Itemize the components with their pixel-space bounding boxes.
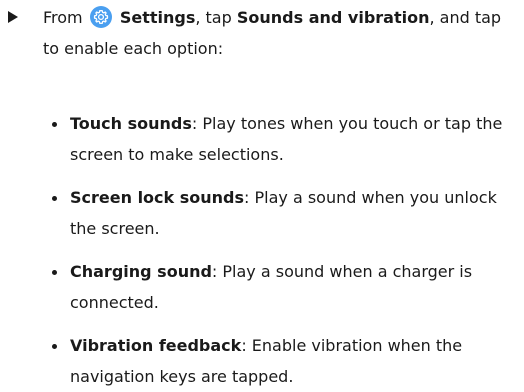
- bullet-dot: [52, 270, 57, 275]
- step-middle: , tap: [195, 8, 232, 27]
- option-name: Charging sound: [70, 262, 212, 281]
- settings-label: Settings: [119, 8, 196, 27]
- gear-icon: [89, 6, 112, 28]
- step-prefix: From: [43, 8, 83, 27]
- bullet-dot: [52, 196, 57, 201]
- option-name: Screen lock sounds: [70, 188, 245, 207]
- option-name: Touch sounds: [70, 114, 192, 133]
- sounds-and-vibration-label: Sounds and vibration: [236, 8, 430, 27]
- option-name: Vibration feedback: [70, 336, 242, 355]
- instruction-page: From Settings, tap Sounds and vibration,…: [0, 0, 524, 386]
- triangle-bullet-icon: [8, 11, 18, 23]
- step-text: From Settings, tap Sounds and vibration,…: [43, 2, 521, 64]
- bullet-dot: [52, 344, 57, 349]
- bullet-dot: [52, 122, 57, 127]
